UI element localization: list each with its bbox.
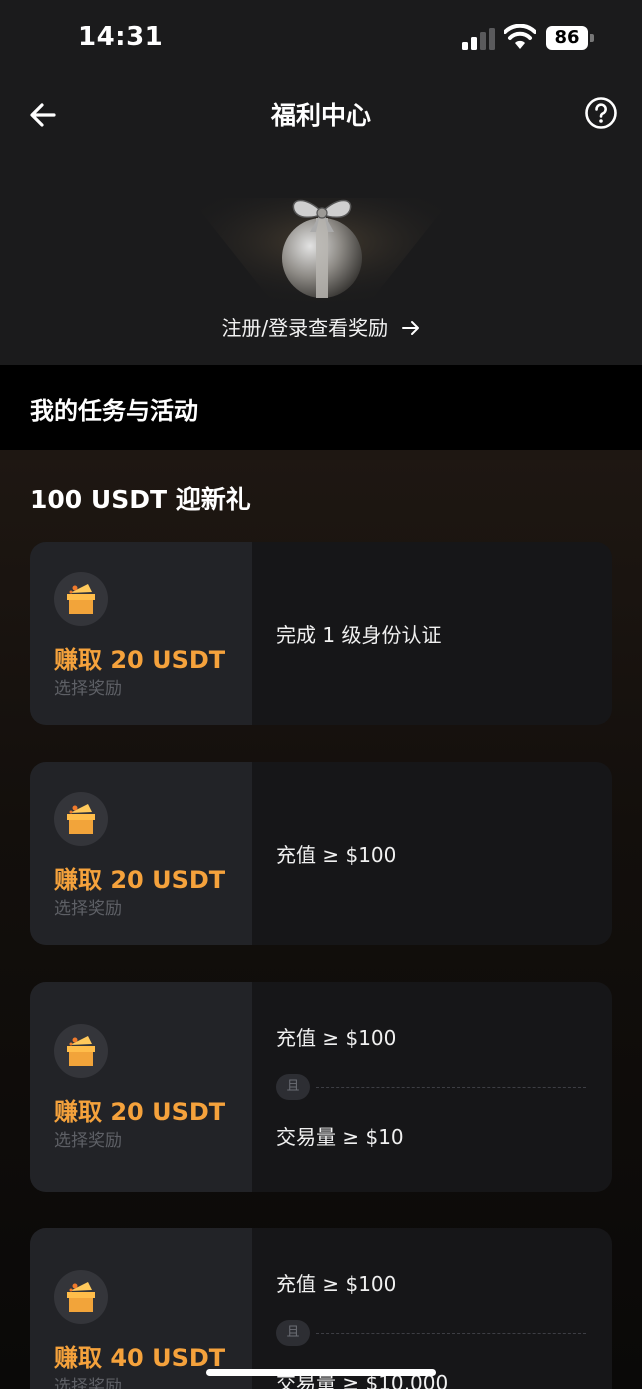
reward-panel: 赚取 20 USDT 选择奖励	[30, 542, 252, 725]
status-bar: 14:31 86	[0, 0, 642, 80]
earn-amount: 赚取 40 USDT	[54, 1344, 226, 1372]
task-condition: 完成 1 级身份认证	[276, 623, 442, 647]
home-indicator[interactable]	[206, 1369, 436, 1376]
task-card[interactable]: 赚取 40 USDT 选择奖励 充值 ≥ $100 且 交易量 ≥ $10,00…	[30, 1228, 612, 1389]
condition-divider	[316, 1333, 586, 1334]
section-title: 100 USDT 迎新礼	[30, 485, 251, 514]
choose-reward-label: 选择奖励	[54, 1131, 122, 1151]
earn-amount: 赚取 20 USDT	[54, 866, 226, 894]
tasks-section-bar: 我的任务与活动	[0, 365, 642, 450]
login-link[interactable]: 注册/登录查看奖励	[0, 312, 642, 341]
reward-panel: 赚取 20 USDT 选择奖励	[30, 762, 252, 945]
status-time: 14:31	[78, 22, 164, 52]
gift-box-icon	[54, 1270, 108, 1324]
earn-amount: 赚取 20 USDT	[54, 646, 226, 674]
task-card[interactable]: 赚取 20 USDT 选择奖励 充值 ≥ $100 且 交易量 ≥ $10	[30, 982, 612, 1192]
gift-box-icon	[54, 572, 108, 626]
task-condition: 充值 ≥ $100	[276, 1026, 397, 1050]
page-title: 福利中心	[270, 101, 371, 130]
arrow-right-icon	[401, 321, 419, 335]
reward-panel: 赚取 40 USDT 选择奖励	[30, 1228, 252, 1389]
login-link-label: 注册/登录查看奖励	[221, 316, 389, 340]
task-card[interactable]: 赚取 20 USDT 选择奖励 完成 1 级身份认证	[30, 542, 612, 725]
battery-level: 86	[546, 26, 588, 50]
task-condition: 充值 ≥ $100	[276, 1272, 397, 1296]
condition-divider	[316, 1087, 586, 1088]
header: 福利中心 注册/登录查看奖励	[0, 80, 642, 365]
and-badge: 且	[276, 1074, 310, 1100]
reward-panel: 赚取 20 USDT 选择奖励	[30, 982, 252, 1192]
gift-box-icon	[54, 792, 108, 846]
tasks-title: 我的任务与活动	[30, 397, 198, 425]
main-content: 100 USDT 迎新礼 赚取 20 USDT 选择奖励 完成 1 级身份认证 …	[0, 450, 642, 1389]
signal-icon	[462, 28, 495, 50]
battery-icon: 86	[546, 26, 594, 50]
task-condition: 充值 ≥ $100	[276, 843, 397, 867]
gift-box-icon	[54, 1024, 108, 1078]
gift-medal-icon	[282, 199, 362, 298]
task-condition: 交易量 ≥ $10	[276, 1125, 404, 1149]
task-card[interactable]: 赚取 20 USDT 选择奖励 充值 ≥ $100	[30, 762, 612, 945]
choose-reward-label: 选择奖励	[54, 1377, 122, 1389]
choose-reward-label: 选择奖励	[54, 899, 122, 919]
earn-amount: 赚取 20 USDT	[54, 1098, 226, 1126]
and-badge: 且	[276, 1320, 310, 1346]
help-icon[interactable]	[584, 96, 618, 130]
wifi-icon	[504, 24, 536, 49]
choose-reward-label: 选择奖励	[54, 679, 122, 699]
